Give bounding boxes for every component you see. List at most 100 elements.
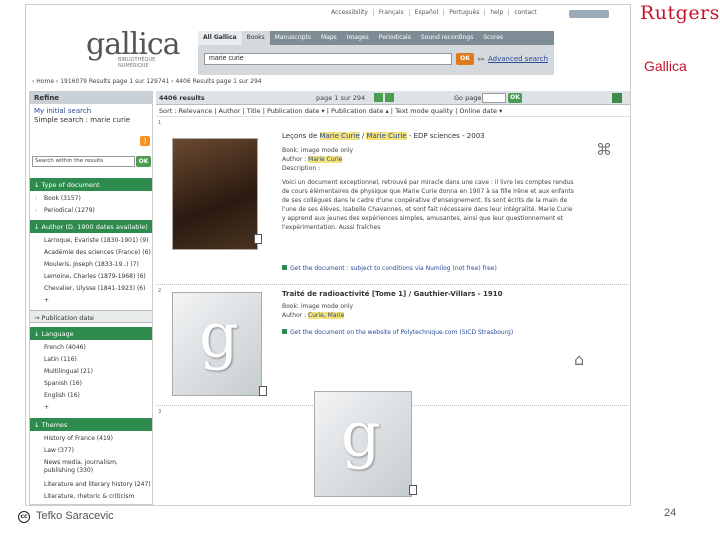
result-format: Book: image mode only — [282, 303, 354, 310]
author-link[interactable]: Marie Curie — [308, 156, 343, 163]
tab-images[interactable]: Images — [342, 31, 374, 45]
rutgers-logo: Rutgers — [640, 2, 720, 24]
page-number: 24 — [664, 507, 677, 519]
tab-all-gallica[interactable]: All Gallica — [198, 31, 242, 45]
book-icon — [254, 234, 262, 244]
title-highlight-1: Marie Curie — [319, 132, 360, 140]
facet-spanish[interactable]: Spanish (16) — [44, 380, 82, 387]
slide-author: Tefko Saracevic — [36, 510, 114, 522]
facet-theme-5[interactable]: Literature, rhetoric & criticism — [44, 493, 134, 500]
facet-language-more[interactable]: + — [44, 404, 49, 411]
section-type-label: Type of document — [41, 181, 100, 189]
book-icon — [259, 386, 267, 396]
result-description-label: Description : — [282, 165, 321, 172]
facet-author-3[interactable]: Mouleris, Joseph (1833-19..) (7) — [44, 261, 139, 268]
within-ok-button[interactable]: OK — [136, 156, 151, 167]
author-link[interactable]: Curie, Marie — [308, 312, 345, 319]
my-initial-search-link[interactable]: My initial search — [30, 104, 152, 115]
result-thumbnail[interactable] — [172, 138, 258, 250]
tab-periodicals[interactable]: Periodicals — [374, 31, 416, 45]
breadcrumb[interactable]: › Home › 1916079 Results page 1 sur 1297… — [32, 78, 262, 85]
tab-manuscripts[interactable]: Manuscripts — [270, 31, 316, 45]
title-text-3: - EDP sciences - 2003 — [406, 132, 485, 140]
simple-search: Simple search : marie curie — [30, 115, 152, 125]
search-ok-button[interactable]: OK — [456, 53, 474, 65]
tab-sound-recordings[interactable]: Sound recordings — [416, 31, 478, 45]
title-text-1: Leçons de — [282, 132, 320, 140]
gallica-g-icon: g — [199, 299, 239, 372]
result-format: Book: image mode only — [282, 147, 354, 154]
get-document-link[interactable]: Get the document : subject to conditions… — [282, 264, 572, 273]
result-item: 2 g Traité de radioactivité [Tome 1] / G… — [156, 286, 630, 406]
facet-english[interactable]: English (16) — [44, 392, 80, 399]
link-contact[interactable]: contact — [508, 9, 537, 16]
facet-theme-4[interactable]: Literature and literary history (247) — [44, 481, 151, 488]
facet-author-5[interactable]: Chevalier, Ulysse (1841-1923) (6) — [44, 285, 145, 292]
last-page-icon[interactable] — [385, 93, 394, 102]
facet-french[interactable]: French (4046) — [44, 344, 86, 351]
section-language[interactable]: ↓ Language — [30, 327, 152, 340]
facet-author-more[interactable]: + — [44, 297, 49, 304]
link-help[interactable]: help — [484, 9, 503, 16]
section-pubdate-label: Publication date — [41, 314, 94, 322]
facet-periodical[interactable]: Periodical (1279) — [44, 207, 95, 214]
section-themes[interactable]: ↓ Themes — [30, 418, 152, 431]
tab-scores[interactable]: Scores — [478, 31, 508, 45]
advanced-search-icon: ▸▸ — [478, 55, 486, 63]
result-item: 1 Leçons de Marie Curie / Marie Curie - … — [156, 118, 630, 285]
section-publication-date[interactable]: → Publication date — [30, 310, 152, 323]
slide-label: Gallica — [644, 58, 687, 74]
slide: Rutgers Gallica Accessibility Français E… — [0, 0, 720, 540]
sort-bar[interactable]: Sort : Relevance | Author | Title | Publ… — [156, 105, 630, 117]
section-author-label: Author (D. 1900 dates available) — [41, 223, 148, 231]
simple-search-label: Simple search : — [34, 116, 88, 124]
result-number: 3 — [158, 409, 162, 415]
facet-theme-3[interactable]: News media, journalism, publishing (330) — [44, 459, 148, 475]
print-icon[interactable] — [612, 93, 622, 103]
link-francais[interactable]: Français — [372, 9, 404, 16]
result-item: 3 g — [156, 391, 630, 505]
tab-maps[interactable]: Maps — [316, 31, 342, 45]
results-count: 4406 results — [159, 94, 205, 102]
section-author[interactable]: ↓ Author (D. 1900 dates available) — [30, 220, 152, 233]
search-within-input[interactable]: Search within the results — [32, 156, 135, 167]
results-bar: 4406 results page 1 sur 294 Go page: OK — [156, 91, 630, 105]
facet-multilingual[interactable]: Multilingual (21) — [44, 368, 93, 375]
result-title[interactable]: Leçons de Marie Curie / Marie Curie - ED… — [282, 132, 485, 140]
link-portugues[interactable]: Português — [443, 9, 479, 16]
result-number: 2 — [158, 288, 162, 294]
partner-logo — [569, 10, 609, 18]
result-thumbnail-placeholder[interactable]: g — [314, 391, 412, 497]
network-icon[interactable]: ⌘ — [596, 140, 612, 159]
bullet-icon: › — [35, 196, 37, 202]
simple-search-value: marie curie — [90, 116, 131, 124]
result-thumbnail-placeholder[interactable]: g — [172, 292, 262, 396]
facet-author-1[interactable]: Larroque, Evariste (1830-1901) (9) — [44, 237, 149, 244]
goto-page-input[interactable] — [482, 93, 506, 103]
search-row: marie curie OK ▸▸ Advanced search — [198, 45, 554, 75]
get-document-link[interactable]: Get the document on the website of Polyt… — [282, 328, 572, 337]
facet-theme-1[interactable]: History of France (419) — [44, 435, 113, 442]
refine-heading: Refine — [30, 92, 152, 104]
tab-books[interactable]: Books — [241, 31, 270, 45]
goto-ok-button[interactable]: OK — [508, 93, 522, 103]
facet-theme-2[interactable]: Law (377) — [44, 447, 74, 454]
link-accessibility[interactable]: Accessibility — [326, 9, 368, 16]
search-input[interactable]: marie curie — [204, 53, 452, 65]
advanced-search-link[interactable]: Advanced search — [488, 55, 548, 63]
goto-label: Go page: — [454, 94, 484, 102]
rss-icon[interactable]: ) — [140, 136, 150, 146]
top-links: Accessibility Français Español Português… — [326, 9, 537, 16]
gallica-logo-sub: BIBLIOTHÈQUE NUMÉRIQUE — [118, 57, 155, 69]
link-espanol[interactable]: Español — [408, 9, 438, 16]
facet-author-4[interactable]: Lemoine, Charles (1879-1968) (6) — [44, 273, 146, 280]
facet-latin[interactable]: Latin (116) — [44, 356, 77, 363]
facet-author-2[interactable]: Académie des sciences (France) (6) — [44, 249, 151, 256]
section-themes-label: Themes — [41, 421, 68, 429]
next-page-icon[interactable] — [374, 93, 383, 102]
result-title[interactable]: Traité de radioactivité [Tome 1] / Gauth… — [282, 290, 503, 298]
result-author: Author : Marie Curie — [282, 155, 343, 164]
facet-book[interactable]: Book (3157) — [44, 195, 81, 202]
section-type-of-document[interactable]: ↓ Type of document — [30, 178, 152, 191]
library-icon[interactable]: ⌂ — [574, 350, 584, 369]
